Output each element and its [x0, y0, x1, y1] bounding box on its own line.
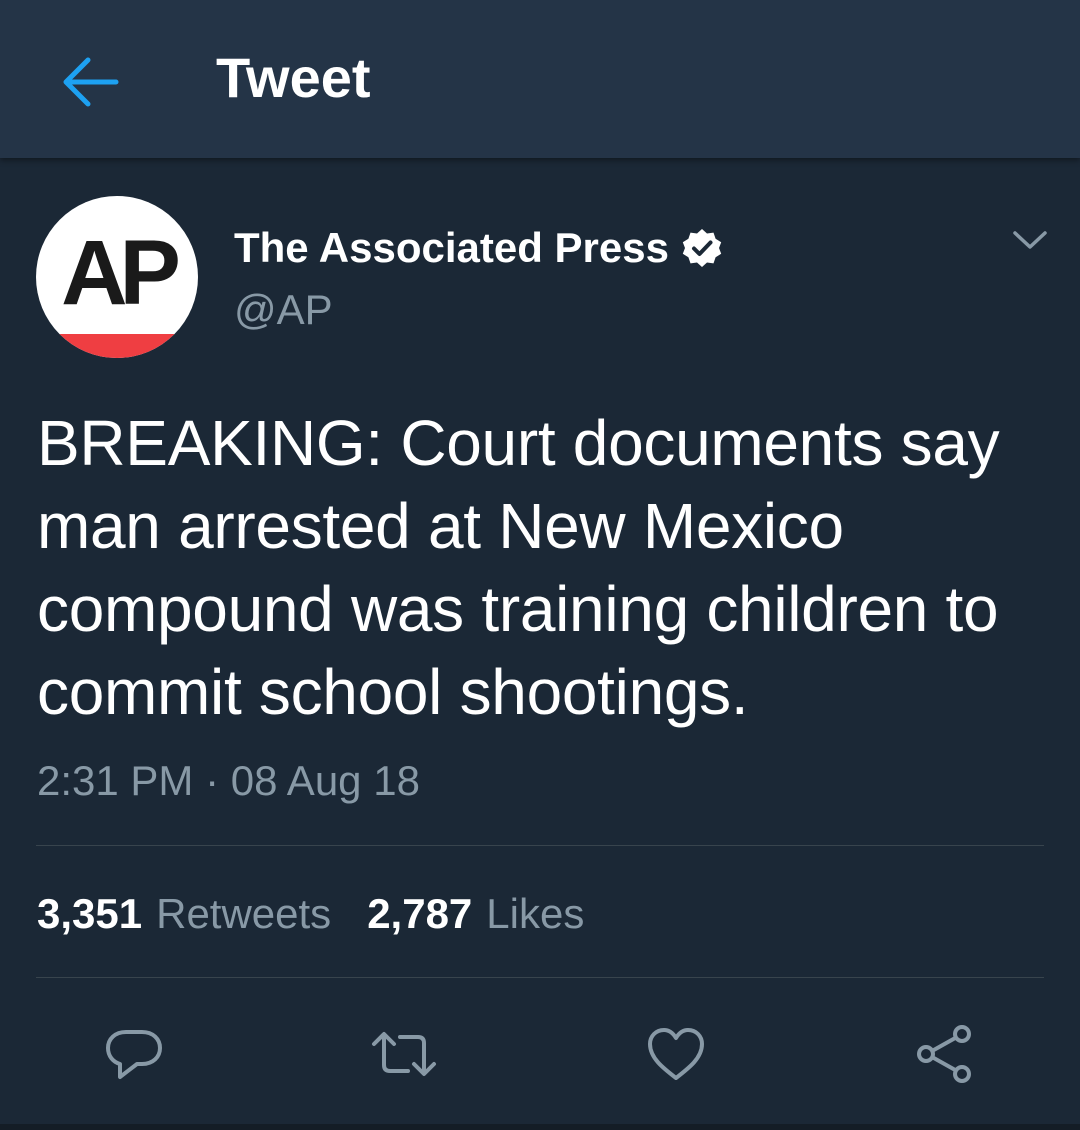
retweets-count: 3,351 [37, 890, 143, 937]
like-button[interactable] [640, 1018, 712, 1090]
chevron-down-icon [1013, 231, 1047, 249]
retweets-stat[interactable]: 3,351 Retweets [37, 889, 331, 939]
author-name-row[interactable]: The Associated Press [234, 224, 723, 272]
tweet-timestamp: 2:31 PM · 08 Aug 18 [37, 757, 420, 804]
retweet-icon [372, 1032, 436, 1076]
tweet-text: BREAKING: Court documents say man arrest… [37, 407, 1000, 728]
page-title: Tweet [216, 46, 371, 109]
likes-count: 2,787 [367, 890, 473, 937]
divider [36, 977, 1044, 978]
svg-text:AP: AP [61, 222, 178, 324]
ap-logo: AP [36, 222, 198, 358]
back-button[interactable] [52, 44, 128, 120]
author-display-name[interactable]: The Associated Press [234, 224, 669, 272]
verified-badge-icon [681, 227, 723, 269]
retweets-label: Retweets [156, 890, 332, 937]
likes-stat[interactable]: 2,787 Likes [367, 889, 584, 939]
top-bar: Tweet [0, 0, 1080, 158]
avatar[interactable]: AP [36, 196, 198, 358]
divider [36, 845, 1044, 846]
reply-icon [106, 1030, 162, 1079]
reply-button[interactable] [98, 1018, 170, 1090]
bottom-border [0, 1124, 1080, 1130]
retweet-button[interactable] [368, 1018, 440, 1090]
author-handle[interactable]: @AP [234, 286, 333, 334]
share-button[interactable] [908, 1018, 980, 1090]
share-icon [917, 1025, 971, 1083]
arrow-left-icon [63, 57, 119, 107]
heart-icon [648, 1028, 704, 1080]
engagement-stats: 3,351 Retweets 2,787 Likes [37, 889, 584, 939]
likes-label: Likes [486, 890, 585, 937]
more-options-button[interactable] [1006, 220, 1054, 260]
